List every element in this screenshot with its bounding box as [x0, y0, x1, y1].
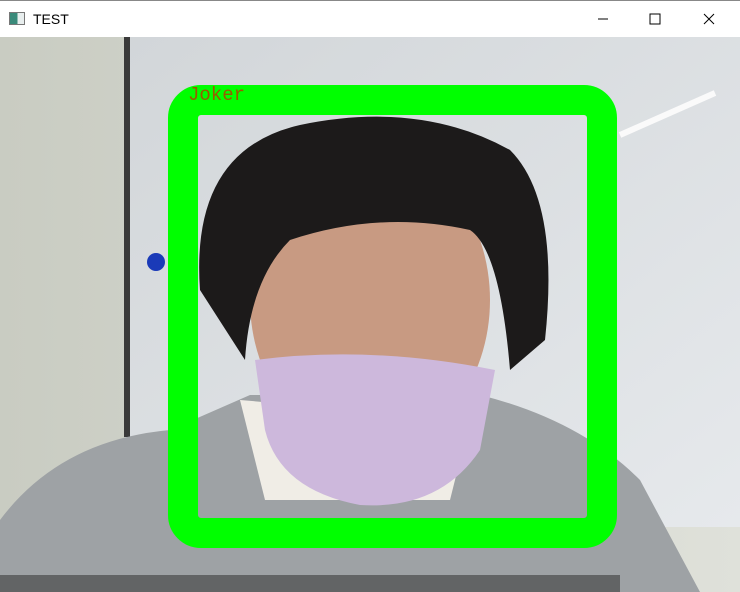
app-icon	[9, 12, 25, 25]
detection-label: Joker	[188, 84, 246, 106]
window-title: TEST	[33, 11, 69, 27]
minimize-icon	[598, 18, 608, 20]
maximize-icon	[649, 13, 661, 25]
close-icon	[703, 13, 715, 25]
camera-frame	[0, 37, 740, 592]
maximize-button[interactable]	[632, 1, 678, 37]
webcam-image	[0, 37, 740, 592]
title-bar: TEST	[0, 0, 740, 37]
minimize-button[interactable]	[580, 1, 626, 37]
magnet	[147, 253, 165, 271]
close-button[interactable]	[686, 1, 732, 37]
